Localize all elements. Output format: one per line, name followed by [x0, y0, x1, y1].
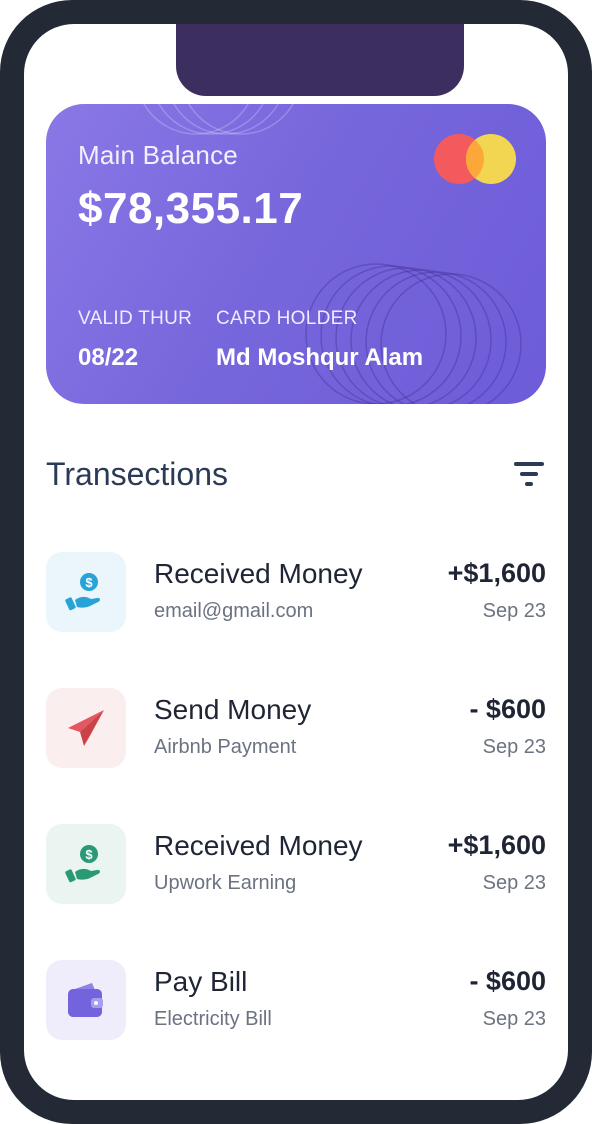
balance-amount: $78,355.17 — [78, 184, 304, 233]
receive-money-icon: $ — [46, 552, 126, 632]
transaction-amount: +$1,600 — [447, 830, 546, 860]
balance-card[interactable]: Main Balance $78,355.17 VALID THUR 08/22… — [46, 104, 546, 404]
transactions-title: Transections — [46, 456, 228, 492]
transaction-date: Sep 23 — [482, 1008, 546, 1030]
phone-screen: Main Balance $78,355.17 VALID THUR 08/22… — [24, 24, 568, 1100]
transaction-date: Sep 23 — [482, 600, 546, 622]
transaction-subtitle: Electricity Bill — [154, 1008, 272, 1030]
transaction-date: Sep 23 — [482, 872, 546, 894]
svg-text:$: $ — [85, 847, 93, 862]
paper-plane-icon — [46, 688, 126, 768]
transaction-row[interactable]: $ Received Money email@gmail.com +$1,600… — [46, 552, 546, 632]
transaction-subtitle: Airbnb Payment — [154, 736, 297, 758]
balance-label: Main Balance — [78, 140, 238, 170]
valid-thru-value: 08/22 — [78, 344, 139, 371]
transaction-amount: +$1,600 — [447, 558, 546, 588]
transaction-row[interactable]: $ Received Money Upwork Earning +$1,600 … — [46, 824, 546, 904]
filter-icon[interactable] — [514, 460, 546, 490]
transaction-title: Received Money — [154, 830, 363, 861]
transaction-row[interactable]: Pay Bill Electricity Bill - $600 Sep 23 — [46, 960, 546, 1040]
receive-money-icon: $ — [46, 824, 126, 904]
transaction-amount: - $600 — [469, 694, 546, 724]
transaction-amount: - $600 — [469, 966, 546, 996]
phone-notch — [176, 24, 464, 96]
transaction-row[interactable]: Send Money Airbnb Payment - $600 Sep 23 — [46, 688, 546, 768]
transaction-title: Received Money — [154, 558, 363, 589]
card-holder-label: CARD HOLDER — [216, 308, 358, 329]
transaction-date: Sep 23 — [482, 736, 546, 758]
transaction-title: Pay Bill — [154, 966, 248, 997]
wallet-icon — [46, 960, 126, 1040]
phone-frame: Main Balance $78,355.17 VALID THUR 08/22… — [0, 0, 592, 1124]
svg-text:$: $ — [85, 575, 93, 590]
transaction-subtitle: Upwork Earning — [154, 872, 297, 894]
valid-thru-label: VALID THUR — [78, 308, 193, 329]
transaction-subtitle: email@gmail.com — [154, 600, 314, 622]
mastercard-icon — [434, 134, 516, 184]
transaction-title: Send Money — [154, 694, 312, 725]
card-holder-name: Md Moshqur Alam — [216, 344, 424, 371]
